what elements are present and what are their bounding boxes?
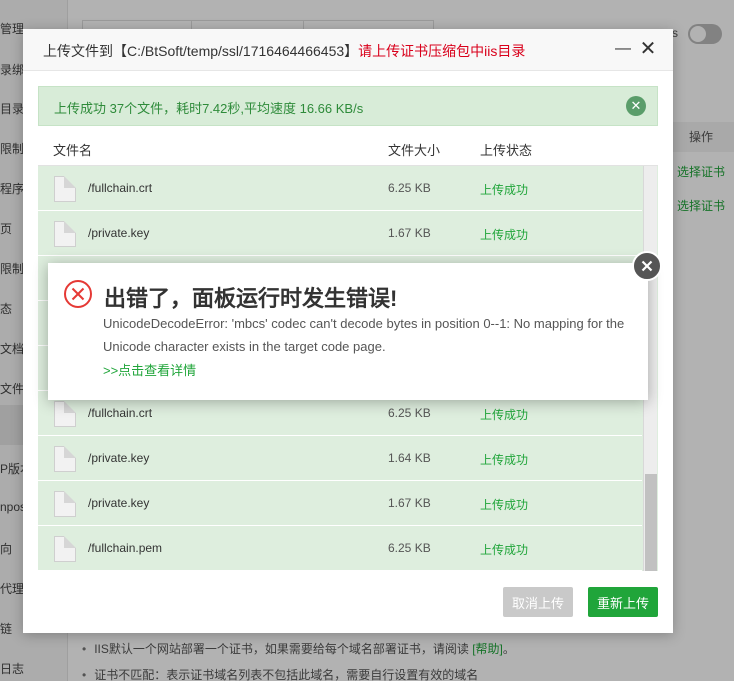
file-status: 上传成功 (480, 453, 529, 467)
file-icon (54, 221, 76, 247)
file-icon (54, 176, 76, 202)
file-row: /private.key 1.64 KB 上传成功 (38, 436, 642, 481)
error-x-icon (64, 280, 92, 308)
success-message: 上传成功 37个文件，耗时7.42秒,平均速度 16.66 KB/s (54, 101, 364, 116)
file-row: /private.key 1.67 KB 上传成功 (38, 211, 642, 256)
file-icon (54, 401, 76, 427)
file-name: /fullchain.crt (88, 181, 153, 195)
error-popup: 出错了，面板运行时发生错误! UnicodeDecodeError: 'mbcs… (48, 263, 648, 400)
file-icon (54, 446, 76, 472)
file-status: 上传成功 (480, 498, 529, 512)
file-name: /fullchain.pem (88, 541, 163, 555)
dialog-title: 上传文件到【C:/BtSoft/temp/ssl/1716464466453】请… (43, 43, 526, 59)
file-name: /private.key (88, 451, 150, 465)
minimize-icon[interactable]: — (615, 40, 631, 58)
col-file-size: 文件大小 (388, 143, 441, 158)
file-row: /fullchain.pem 6.25 KB 上传成功 (38, 526, 642, 571)
file-status: 上传成功 (480, 183, 529, 197)
file-size: 6.25 KB (388, 406, 431, 420)
dialog-header: 上传文件到【C:/BtSoft/temp/ssl/1716464466453】请… (23, 29, 673, 71)
scroll-thumb[interactable] (645, 474, 657, 571)
close-icon[interactable]: ✕ (639, 39, 657, 59)
file-size: 1.67 KB (388, 226, 431, 240)
file-name: /private.key (88, 226, 150, 240)
file-icon (54, 536, 76, 562)
file-size: 6.25 KB (388, 541, 431, 555)
dialog-title-hint: 请上传证书压缩包中iis目录 (358, 43, 526, 59)
error-message: UnicodeDecodeError: 'mbcs' codec can't d… (103, 316, 625, 354)
file-list-header: 文件名 文件大小 上传状态 (38, 128, 658, 166)
file-row: /private.key 1.67 KB 上传成功 (38, 481, 642, 526)
col-upload-status: 上传状态 (480, 143, 533, 158)
col-file-name: 文件名 (53, 143, 93, 158)
file-name: /fullchain.crt (88, 406, 153, 420)
file-icon (54, 491, 76, 517)
upload-success-banner: 上传成功 37个文件，耗时7.42秒,平均速度 16.66 KB/s ✕ (38, 86, 658, 126)
file-size: 1.67 KB (388, 496, 431, 510)
file-row: /fullchain.crt 6.25 KB 上传成功 (38, 166, 642, 211)
file-status: 上传成功 (480, 543, 529, 557)
reupload-button[interactable]: 重新上传 (588, 587, 658, 617)
file-status: 上传成功 (480, 408, 529, 422)
error-title: 出错了，面板运行时发生错误! (104, 286, 398, 311)
file-name: /private.key (88, 496, 150, 510)
cancel-upload-button[interactable]: 取消上传 (503, 587, 573, 617)
file-size: 1.64 KB (388, 451, 431, 465)
view-details-link[interactable]: >>点击查看详情 (103, 360, 196, 379)
file-size: 6.25 KB (388, 181, 431, 195)
file-status: 上传成功 (480, 228, 529, 242)
close-circle-icon[interactable] (632, 251, 662, 281)
close-icon[interactable]: ✕ (626, 96, 646, 116)
